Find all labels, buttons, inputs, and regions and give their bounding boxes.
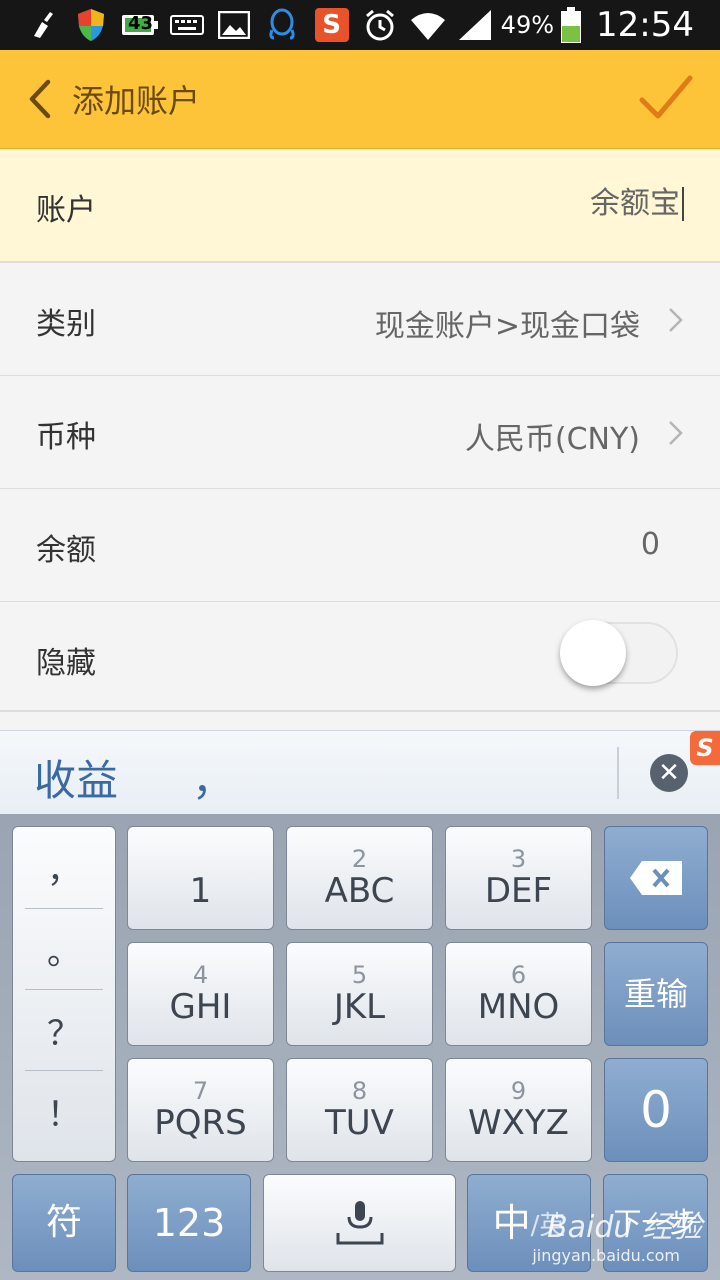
key-letters: WXYZ bbox=[468, 1103, 569, 1143]
key-digit: 6 bbox=[510, 961, 527, 989]
punct-comma-key[interactable]: ， bbox=[13, 827, 115, 907]
candidate-word-1[interactable]: 收益 bbox=[34, 747, 118, 808]
key-digit: 5 bbox=[351, 961, 368, 989]
backspace-key[interactable] bbox=[604, 826, 708, 930]
candidate-word-2[interactable]: ， bbox=[192, 747, 234, 808]
status-bar: 43 S 49% 12:54 bbox=[0, 0, 720, 50]
cleaner-icon bbox=[28, 8, 58, 42]
toggle-knob bbox=[560, 620, 626, 686]
battery-percent: 49% bbox=[500, 11, 555, 39]
alarm-icon bbox=[363, 8, 397, 42]
chevron-right-icon bbox=[668, 420, 684, 446]
confirm-check-icon[interactable] bbox=[638, 72, 694, 124]
candidate-bar: 收益 ， bbox=[0, 730, 720, 815]
key-6-mno[interactable]: 6 MNO bbox=[445, 942, 592, 1046]
key-letters: 1 bbox=[189, 871, 212, 911]
app-bar: 添加账户 bbox=[0, 50, 720, 149]
key-letters: TUV bbox=[325, 1103, 394, 1143]
key-digit: 8 bbox=[351, 1077, 368, 1105]
keyboard-icon bbox=[170, 8, 204, 42]
currency-row[interactable]: 币种 人民币(CNY) bbox=[0, 376, 720, 490]
key-1[interactable]: 1 bbox=[127, 826, 274, 930]
key-4-ghi[interactable]: 4 GHI bbox=[127, 942, 274, 1046]
sogou-logo-icon[interactable]: S bbox=[690, 731, 720, 765]
category-value: 现金账户>现金口袋 bbox=[374, 309, 640, 344]
shield-icon bbox=[76, 8, 106, 42]
hidden-toggle[interactable] bbox=[560, 620, 680, 686]
key-5-jkl[interactable]: 5 JKL bbox=[286, 942, 433, 1046]
key-digit: 3 bbox=[510, 845, 527, 873]
lang-main-label: 中 bbox=[492, 1201, 531, 1245]
microphone-icon bbox=[336, 1201, 383, 1245]
watermark-url: jingyan.baidu.com bbox=[532, 1246, 680, 1265]
close-candidates-icon[interactable]: ✕ bbox=[650, 754, 688, 792]
currency-value: 人民币(CNY) bbox=[464, 422, 640, 457]
backspace-icon bbox=[630, 861, 682, 895]
key-letters: ABC bbox=[324, 871, 395, 911]
key-3-def[interactable]: 3 DEF bbox=[445, 826, 592, 930]
key-letters: JKL bbox=[333, 987, 386, 1027]
balance-value[interactable]: 0 bbox=[641, 527, 660, 562]
reinput-label: 重输 bbox=[623, 975, 688, 1013]
chevron-right-icon bbox=[668, 307, 684, 333]
hidden-label: 隐藏 bbox=[36, 646, 96, 681]
punctuation-column: ， 。 ？ ！ bbox=[12, 826, 116, 1162]
key-digit: 2 bbox=[351, 845, 368, 873]
notification-badge: 43 bbox=[128, 13, 154, 34]
zero-key[interactable]: 0 bbox=[604, 1058, 708, 1162]
key-9-wxyz[interactable]: 9 WXYZ bbox=[445, 1058, 592, 1162]
zero-label: 0 bbox=[640, 1081, 672, 1139]
balance-label: 余额 bbox=[36, 533, 96, 568]
punct-period-key[interactable]: 。 bbox=[13, 909, 115, 989]
space-voice-key[interactable] bbox=[263, 1174, 456, 1272]
qq-icon bbox=[266, 8, 298, 42]
watermark-logo: Baidu 经验 bbox=[547, 1210, 702, 1245]
account-input[interactable]: 余额宝 bbox=[590, 187, 684, 221]
category-label: 类别 bbox=[36, 307, 96, 342]
key-digit: 9 bbox=[510, 1077, 527, 1105]
punct-question-key[interactable]: ？ bbox=[13, 990, 115, 1070]
key-digit: 4 bbox=[192, 961, 209, 989]
page-title: 添加账户 bbox=[72, 82, 201, 120]
battery-icon bbox=[560, 6, 582, 44]
key-letters: MNO bbox=[477, 987, 560, 1027]
key-8-tuv[interactable]: 8 TUV bbox=[286, 1058, 433, 1162]
key-letters: PQRS bbox=[154, 1103, 247, 1143]
category-row[interactable]: 类别 现金账户>现金口袋 bbox=[0, 263, 720, 377]
back-arrow-icon[interactable] bbox=[22, 74, 62, 124]
punct-exclaim-key[interactable]: ！ bbox=[13, 1071, 115, 1151]
candidate-divider bbox=[617, 747, 619, 799]
key-letters: DEF bbox=[484, 871, 553, 911]
clock: 12:54 bbox=[596, 5, 694, 45]
sogou-icon: S bbox=[314, 8, 349, 42]
account-row[interactable]: 账户 余额宝 bbox=[0, 149, 720, 263]
account-label: 账户 bbox=[36, 193, 96, 228]
currency-label: 币种 bbox=[36, 420, 96, 455]
reinput-key[interactable]: 重输 bbox=[604, 942, 708, 1046]
balance-row[interactable]: 余额 0 bbox=[0, 489, 720, 603]
key-2-abc[interactable]: 2 ABC bbox=[286, 826, 433, 930]
key-letters: GHI bbox=[169, 987, 232, 1027]
hidden-row: 隐藏 bbox=[0, 602, 720, 712]
image-icon bbox=[218, 8, 250, 42]
wifi-icon bbox=[409, 8, 447, 42]
numbers-label: 123 bbox=[152, 1201, 226, 1245]
key-digit: 7 bbox=[192, 1077, 209, 1105]
numbers-key[interactable]: 123 bbox=[127, 1174, 251, 1272]
symbols-label: 符 bbox=[45, 1202, 82, 1243]
key-7-pqrs[interactable]: 7 PQRS bbox=[127, 1058, 274, 1162]
signal-icon bbox=[457, 8, 493, 42]
symbols-key[interactable]: 符 bbox=[12, 1174, 116, 1272]
